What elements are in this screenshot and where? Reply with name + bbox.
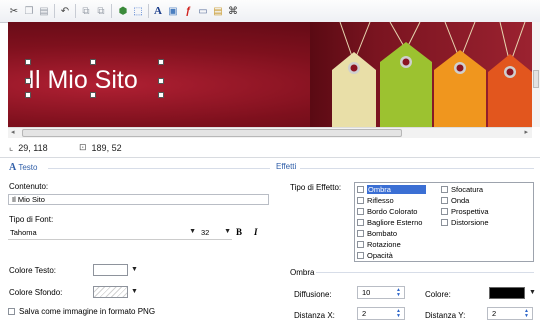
- save-png-checkbox[interactable]: Salva come immagine in formato PNG: [8, 307, 155, 316]
- send-backward-icon[interactable]: ⧉: [94, 4, 108, 18]
- list-item[interactable]: Riflesso: [357, 196, 394, 205]
- contenuto-label: Contenuto:: [9, 182, 49, 191]
- resize-icon[interactable]: ⬚: [131, 4, 145, 18]
- spinner-arrows-icon[interactable]: ▲ ▼: [395, 288, 402, 298]
- colore-sfondo-label: Colore Sfondo:: [9, 288, 63, 297]
- shadow-color-swatch[interactable]: [489, 287, 525, 299]
- ombra-title: Ombra: [290, 268, 315, 277]
- chevron-down-icon: ▼: [224, 228, 231, 235]
- section-testo-title: A Testo: [9, 162, 38, 173]
- scrollbar-thumb[interactable]: [22, 129, 402, 137]
- spinner-arrows-icon[interactable]: ▲ ▼: [395, 309, 402, 319]
- resize-handle[interactable]: [25, 92, 31, 98]
- font-select[interactable]: Tahoma ▼: [8, 227, 198, 240]
- scroll-right-icon[interactable]: ▸: [524, 128, 528, 136]
- resize-handle[interactable]: [90, 92, 96, 98]
- chevron-down-icon[interactable]: ▼: [131, 266, 138, 273]
- list-item[interactable]: Distorsione: [441, 218, 489, 227]
- divider: [0, 157, 540, 158]
- list-item[interactable]: Sfocatura: [441, 185, 483, 194]
- effect-list[interactable]: Ombra Riflesso Bordo Colorato Bagliore E…: [354, 182, 534, 262]
- distanza-x-label: Distanza X:: [294, 311, 335, 320]
- list-item[interactable]: Prospettiva: [441, 207, 489, 216]
- list-item[interactable]: Onda: [441, 196, 469, 205]
- banner-title: Il Mio Sito: [28, 66, 138, 94]
- spinner-arrows-icon[interactable]: ▲ ▼: [523, 309, 530, 319]
- price-tags-illustration: [332, 22, 532, 127]
- list-item[interactable]: Bordo Colorato: [357, 207, 417, 216]
- tipo-effetto-label: Tipo di Effetto:: [290, 183, 342, 192]
- resize-handle[interactable]: [25, 78, 31, 84]
- bold-button[interactable]: B: [236, 227, 242, 237]
- contenuto-input[interactable]: Il Mio Sito: [8, 194, 269, 205]
- copy-icon[interactable]: ❐: [22, 4, 36, 18]
- image-tool-icon[interactable]: ▣: [166, 4, 180, 18]
- group-icon[interactable]: ⬢: [116, 4, 130, 18]
- colore-testo-label: Colore Testo:: [9, 266, 56, 275]
- resize-handle[interactable]: [158, 92, 164, 98]
- text-tool-icon[interactable]: A: [151, 4, 165, 18]
- list-item[interactable]: Opacità: [357, 251, 393, 260]
- distanza-x-stepper[interactable]: 2 ▲ ▼: [357, 307, 405, 320]
- position-readout: ⌞ 29, 118: [9, 142, 48, 153]
- text-color-swatch[interactable]: [93, 264, 128, 276]
- distanza-y-stepper[interactable]: 2 ▲ ▼: [487, 307, 533, 320]
- list-item[interactable]: Ombra: [357, 185, 426, 194]
- undo-icon[interactable]: ↶: [58, 4, 72, 18]
- title-text-object[interactable]: Il Mio Sito: [25, 59, 166, 110]
- paste-icon[interactable]: ▤: [37, 4, 51, 18]
- gallery-icon[interactable]: ▤: [211, 4, 225, 18]
- diffusione-stepper[interactable]: 10 ▲ ▼: [357, 286, 405, 299]
- list-item[interactable]: Bagliore Esterno: [357, 218, 422, 227]
- vertical-scrollbar[interactable]: [532, 22, 540, 127]
- distanza-y-label: Distanza Y:: [425, 311, 466, 320]
- size-readout: ⊡ 189, 52: [79, 142, 122, 153]
- resize-handle[interactable]: [25, 59, 31, 65]
- position-icon: ⌞: [9, 142, 14, 152]
- italic-button[interactable]: I: [254, 227, 258, 237]
- binoculars-icon[interactable]: ⌘: [226, 4, 240, 18]
- diffusione-label: Diffusione:: [294, 290, 332, 299]
- scroll-left-icon[interactable]: ◂: [11, 128, 15, 136]
- chevron-down-icon[interactable]: ▼: [131, 288, 138, 295]
- flash-tool-icon[interactable]: ƒ: [181, 4, 195, 18]
- font-label: Tipo di Font:: [9, 215, 54, 224]
- shape-tool-icon[interactable]: ▭: [196, 4, 210, 18]
- banner-tags-area: [310, 22, 532, 127]
- font-size-select[interactable]: 32 ▼: [198, 227, 232, 240]
- banner-canvas[interactable]: Il Mio Sito: [8, 22, 532, 127]
- section-effetti-title: Effetti: [276, 162, 297, 171]
- resize-handle[interactable]: [90, 59, 96, 65]
- toolbar: ✂ ❐ ▤ ↶ ⧉ ⧉ ⬢ ⬚ A ▣ ƒ ▭ ▤ ⌘: [0, 0, 540, 23]
- background-color-swatch[interactable]: [93, 286, 128, 298]
- cut-icon[interactable]: ✂: [7, 4, 21, 18]
- colore-label: Colore:: [425, 290, 451, 299]
- size-icon: ⊡: [79, 142, 87, 152]
- chevron-down-icon[interactable]: ▼: [529, 289, 536, 296]
- list-item[interactable]: Bombato: [357, 229, 397, 238]
- checkbox[interactable]: [8, 308, 15, 315]
- bring-forward-icon[interactable]: ⧉: [79, 4, 93, 18]
- resize-handle[interactable]: [158, 59, 164, 65]
- list-item[interactable]: Rotazione: [357, 240, 401, 249]
- resize-handle[interactable]: [158, 78, 164, 84]
- text-section-icon: A: [9, 162, 17, 173]
- chevron-down-icon: ▼: [189, 228, 196, 235]
